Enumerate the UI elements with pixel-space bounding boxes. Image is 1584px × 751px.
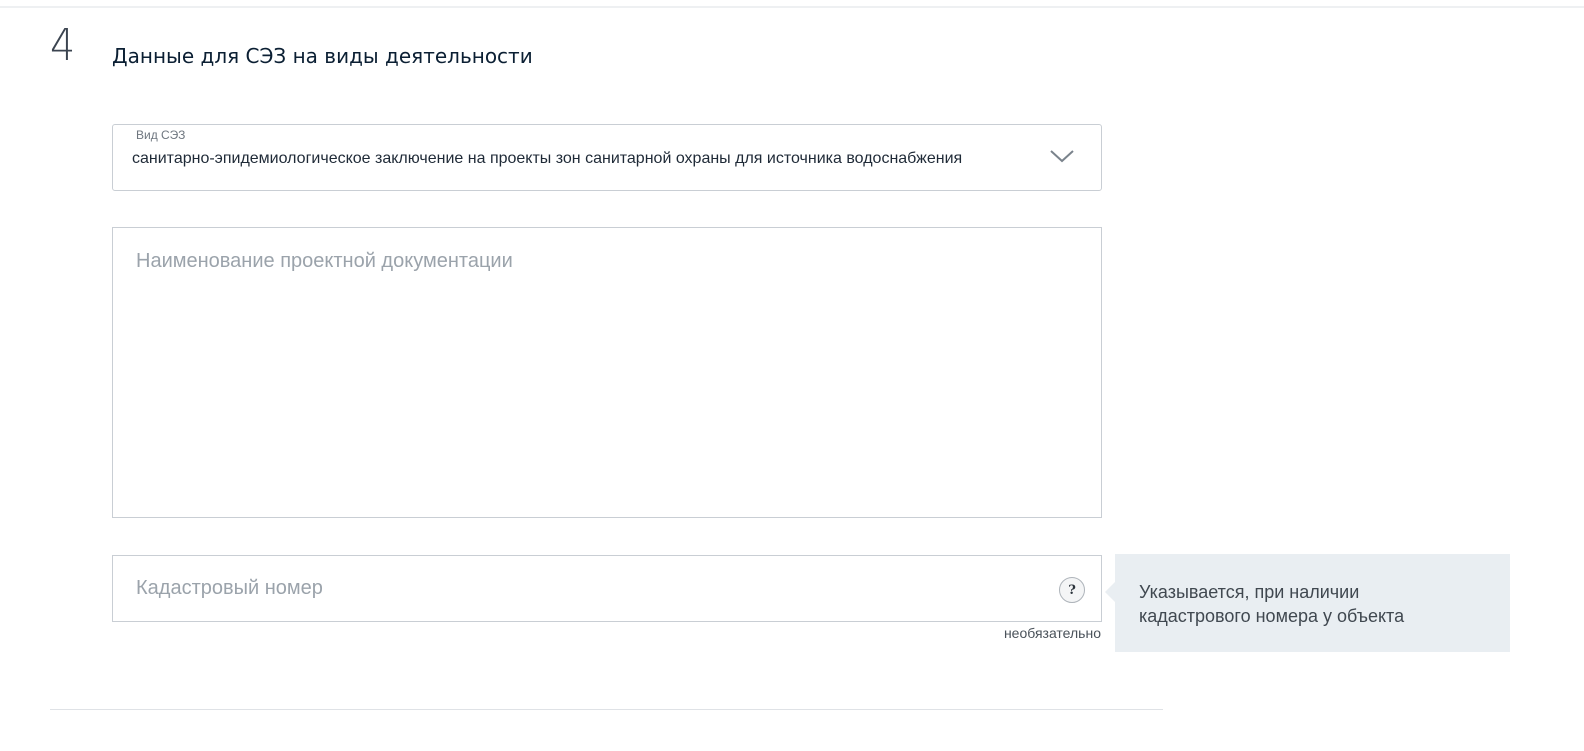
bottom-divider [50,709,1163,710]
cadastral-hint-tooltip: Указывается, при наличии кадастрового но… [1105,554,1510,652]
cadastral-number-placeholder: Кадастровый номер [136,577,323,599]
section-title: Данные для СЭЗ на виды деятельности [112,44,533,68]
sez-type-label: Вид СЭЗ [136,128,186,142]
step-number: 4 [50,20,76,71]
help-icon[interactable]: ? [1059,577,1085,603]
sez-type-select[interactable]: Вид СЭЗ санитарно-эпидемиологическое зак… [112,124,1102,191]
cadastral-number-input[interactable]: Кадастровый номер ? [112,555,1102,622]
project-doc-placeholder: Наименование проектной документации [136,250,513,272]
top-divider [0,6,1584,8]
project-doc-textarea[interactable]: Наименование проектной документации [112,227,1102,518]
sez-type-value: санитарно-эпидемиологическое заключение … [132,150,963,167]
cadastral-hint-text: Указывается, при наличии кадастрового но… [1139,582,1405,626]
optional-note: необязательно [1003,625,1101,641]
chevron-down-icon[interactable] [1049,147,1075,165]
